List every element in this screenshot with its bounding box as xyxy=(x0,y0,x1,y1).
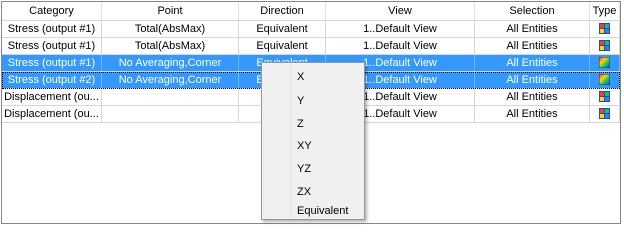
point-cell: No Averaging,Corner xyxy=(102,55,239,71)
point-cell xyxy=(102,106,239,122)
selection-cell: All Entities xyxy=(475,21,590,37)
table-header: Category Point Direction View Selection … xyxy=(2,2,620,21)
selection-cell: All Entities xyxy=(475,72,590,88)
smooth-contour-icon xyxy=(599,73,610,85)
menu-item-xy[interactable]: XY xyxy=(262,136,364,156)
column-header-direction[interactable]: Direction xyxy=(239,2,326,20)
contour-plot-icon xyxy=(599,22,610,34)
category-cell: Displacement (ou... xyxy=(2,89,102,105)
type-cell[interactable] xyxy=(590,38,620,54)
menu-item-z[interactable]: Z xyxy=(262,114,364,134)
direction-context-menu: X Y Z XY YZ ZX Equivalent xyxy=(261,62,365,220)
type-cell[interactable] xyxy=(590,89,620,105)
smooth-contour-icon xyxy=(599,56,610,68)
category-cell: Stress (output #1) xyxy=(2,21,102,37)
menu-item-yz[interactable]: YZ xyxy=(262,159,364,179)
selection-cell: All Entities xyxy=(475,106,590,122)
menu-item-equivalent[interactable]: Equivalent xyxy=(262,201,364,221)
category-cell: Stress (output #1) xyxy=(2,55,102,71)
point-cell: Total(AbsMax) xyxy=(102,21,239,37)
menu-item-x[interactable]: X xyxy=(262,67,364,87)
direction-cell[interactable]: Equivalent xyxy=(239,38,326,54)
contour-plot-icon xyxy=(599,90,610,102)
type-cell[interactable] xyxy=(590,106,620,122)
table-row[interactable]: Stress (output #1) Total(AbsMax) Equival… xyxy=(2,38,620,55)
point-cell xyxy=(102,89,239,105)
type-cell[interactable] xyxy=(590,55,620,71)
contour-plot-icon xyxy=(599,39,610,51)
column-header-point[interactable]: Point xyxy=(102,2,239,20)
menu-item-y[interactable]: Y xyxy=(262,91,364,111)
column-header-type[interactable]: Type xyxy=(590,2,620,20)
category-cell: Displacement (ou... xyxy=(2,106,102,122)
point-cell: No Averaging,Corner xyxy=(102,72,239,88)
type-cell[interactable] xyxy=(590,72,620,88)
selection-cell: All Entities xyxy=(475,55,590,71)
category-cell: Stress (output #1) xyxy=(2,38,102,54)
category-cell: Stress (output #2) xyxy=(2,72,102,88)
selection-cell: All Entities xyxy=(475,38,590,54)
table-row[interactable]: Stress (output #1) Total(AbsMax) Equival… xyxy=(2,21,620,38)
view-cell: 1..Default View xyxy=(326,38,475,54)
selection-cell: All Entities xyxy=(475,89,590,105)
type-cell[interactable] xyxy=(590,21,620,37)
direction-cell[interactable]: Equivalent xyxy=(239,21,326,37)
column-header-category[interactable]: Category xyxy=(2,2,102,20)
menu-item-zx[interactable]: ZX xyxy=(262,182,364,202)
column-header-selection[interactable]: Selection xyxy=(475,2,590,20)
view-cell: 1..Default View xyxy=(326,21,475,37)
point-cell: Total(AbsMax) xyxy=(102,38,239,54)
contour-plot-icon xyxy=(599,107,610,119)
column-header-view[interactable]: View xyxy=(326,2,475,20)
